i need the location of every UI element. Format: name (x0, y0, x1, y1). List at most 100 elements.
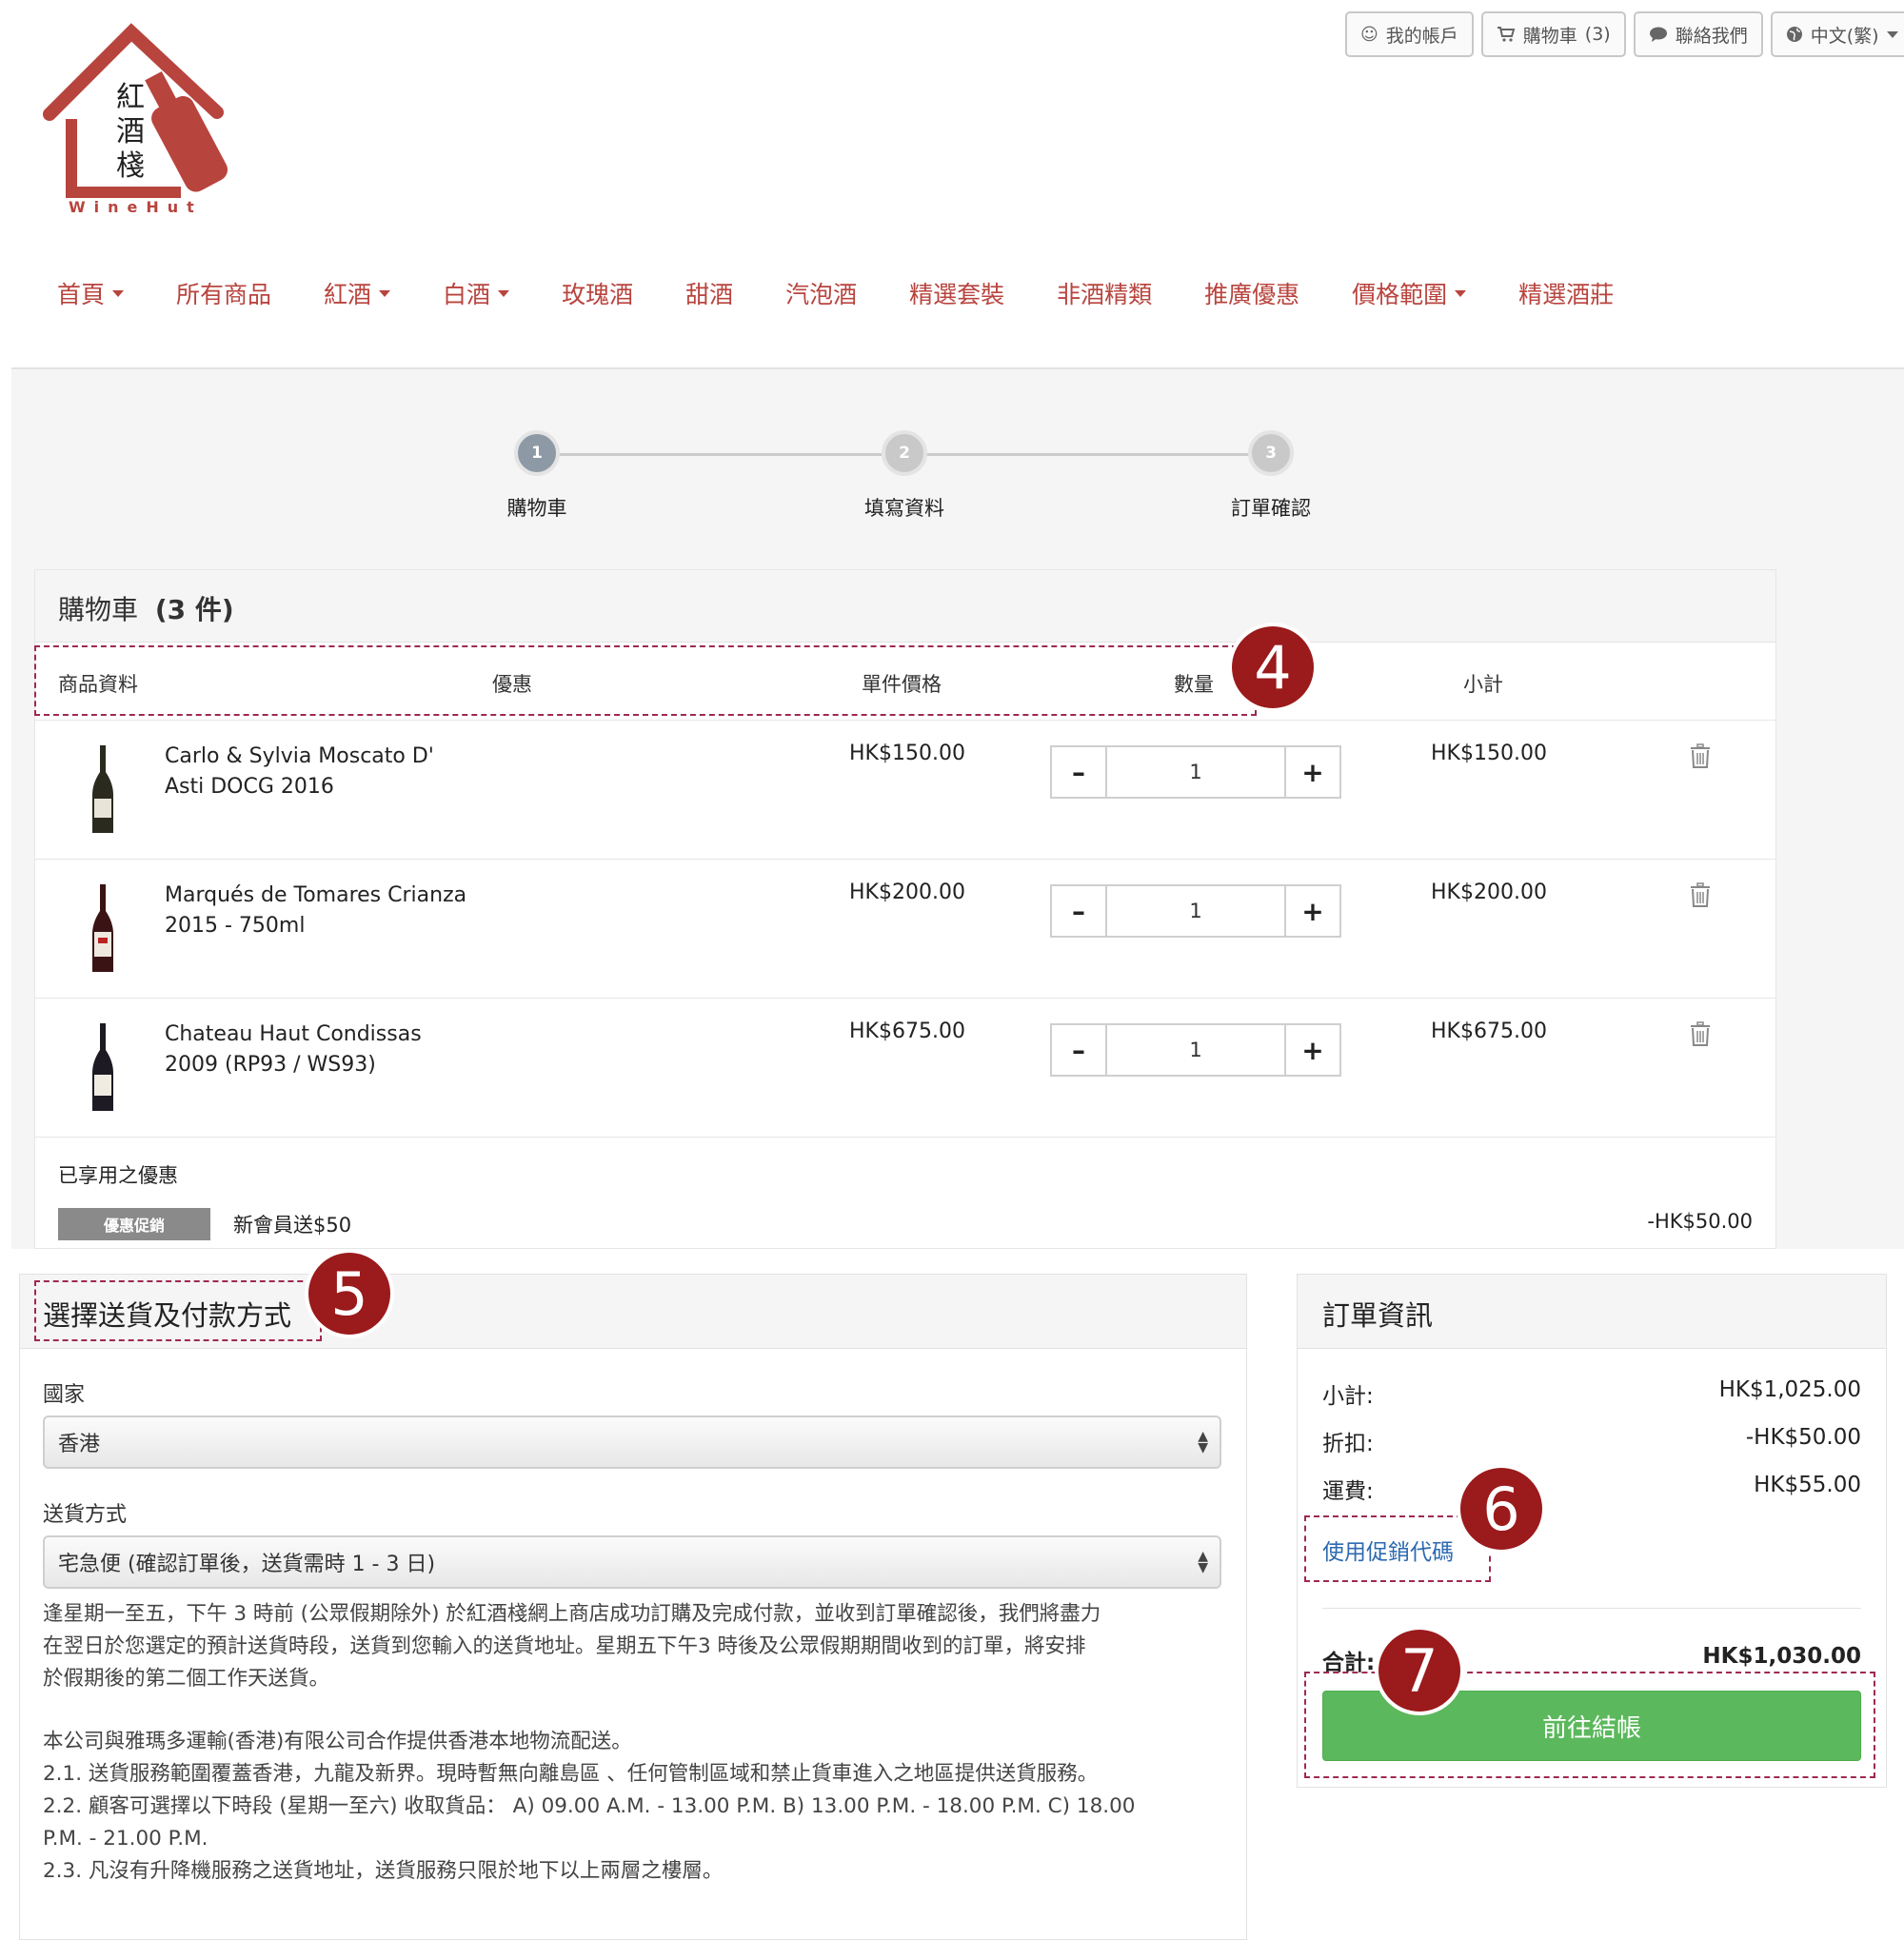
step-1-circle: 1 (514, 430, 560, 476)
product-name[interactable]: Chateau Haut Condissas 2009 (RP93 / WS93) (165, 1019, 469, 1080)
logo-char-2: 酒 (116, 115, 145, 148)
text-line: 本公司與雅瑪多運輸(香港)有限公司合作提供香港本地物流配送。 (43, 1730, 632, 1753)
increase-quantity-button[interactable]: + (1284, 747, 1339, 797)
nav-item-red-wine[interactable]: 紅酒 (324, 276, 391, 310)
decrease-quantity-button[interactable]: – (1052, 747, 1107, 797)
row-subtotal: HK$200.00 (1431, 881, 1547, 904)
nav-item-home[interactable]: 首頁 (57, 276, 125, 310)
cart-icon (1497, 27, 1516, 42)
contact-us-button[interactable]: 聯絡我們 (1633, 11, 1763, 57)
nav-item-rose[interactable]: 玫瑰酒 (562, 276, 633, 310)
globe-icon (1786, 27, 1802, 42)
step-number: 2 (899, 444, 910, 463)
annotation-box-4 (34, 645, 1257, 716)
language-selector[interactable]: 中文(繁) (1770, 11, 1904, 57)
increase-quantity-button[interactable]: + (1284, 886, 1339, 936)
decrease-quantity-button[interactable]: – (1052, 1025, 1107, 1075)
nav-label: 推廣優惠 (1204, 281, 1300, 308)
quantity-input[interactable]: 1 (1107, 747, 1284, 797)
nav-item-promotions[interactable]: 推廣優惠 (1204, 276, 1299, 310)
shipping-method-select[interactable]: 宅急便 (確認訂單後，送貨需時 1 - 3 日) ▲ ▼ (43, 1535, 1221, 1589)
decrease-quantity-button[interactable]: – (1052, 886, 1107, 936)
shipping-notes: 本公司與雅瑪多運輸(香港)有限公司合作提供香港本地物流配送。 2.1. 送貨服務… (43, 1726, 1233, 1888)
chevron-down-icon (498, 289, 510, 297)
text-line: 2.1. 送貨服務範圍覆蓋香港，九龍及新界。現時暫無向離島區 、任何管制區域和禁… (43, 1762, 1099, 1786)
nav-item-non-alcoholic[interactable]: 非酒精類 (1057, 276, 1152, 310)
shipping-method-selected-value: 宅急便 (確認訂單後，送貨需時 1 - 3 日) (58, 1553, 436, 1576)
order-subtotal-row: 小計: HK$1,025.00 (1322, 1377, 1861, 1410)
country-select[interactable]: 香港 ▲ ▼ (43, 1415, 1221, 1469)
row-subtotal: HK$675.00 (1431, 1019, 1547, 1043)
order-discount-label: 折扣: (1322, 1432, 1374, 1456)
quantity-stepper: – 1 + (1050, 745, 1341, 799)
quantity-input[interactable]: 1 (1107, 1025, 1284, 1075)
nav-item-gift-sets[interactable]: 精選套裝 (909, 276, 1004, 310)
chat-bubble-icon (1649, 27, 1667, 42)
cart-header: 購物車 (3 件) (35, 570, 1775, 643)
nav-item-sparkling[interactable]: 汽泡酒 (785, 276, 857, 310)
cart-item-count: (3 件) (154, 594, 234, 625)
nav-label: 汽泡酒 (785, 281, 858, 308)
winehut-logo[interactable]: 紅 酒 棧 (38, 19, 228, 224)
annotation-badge-4: 4 (1232, 626, 1314, 708)
order-shipping-row: 運費: HK$55.00 (1322, 1473, 1861, 1505)
nav-item-all-products[interactable]: 所有商品 (176, 276, 271, 310)
nav-item-sweet-wine[interactable]: 甜酒 (685, 276, 733, 310)
shipping-payment-panel: 選擇送貨及付款方式 國家 香港 ▲ ▼ 送貨方式 宅急便 (確認訂單後，送貨需時 … (19, 1274, 1247, 1940)
chevron-down-icon (1455, 289, 1467, 297)
cart-title: 購物車 (3 件) (58, 589, 234, 627)
trash-icon[interactable] (1690, 1021, 1711, 1046)
annotation-badge-5: 5 (308, 1253, 390, 1335)
row-subtotal: HK$150.00 (1431, 742, 1547, 765)
cart-button[interactable]: 購物車 (3) (1480, 11, 1626, 57)
nav-item-wineries[interactable]: 精選酒莊 (1518, 276, 1614, 310)
shipping-method-label: 送貨方式 (43, 1503, 128, 1527)
nav-label: 所有商品 (176, 281, 272, 308)
my-account-button[interactable]: ☺ 我的帳戶 (1345, 11, 1474, 57)
order-subtotal-label: 小計: (1322, 1384, 1374, 1409)
order-subtotal-value: HK$1,025.00 (1718, 1377, 1861, 1402)
product-name-line: Chateau Haut Condissas (165, 1022, 422, 1046)
table-row: Marqués de Tomares Crianza 2015 - 750ml H… (35, 860, 1775, 999)
logo-char-1: 紅 (116, 81, 145, 114)
nav-label: 價格範圍 (1352, 281, 1448, 308)
product-name[interactable]: Marqués de Tomares Crianza 2015 - 750ml (165, 881, 469, 941)
wine-bottle-image[interactable] (90, 884, 115, 974)
trash-icon[interactable] (1690, 882, 1711, 907)
product-name-line: 2015 - 750ml (165, 914, 306, 938)
table-row: Carlo & Sylvia Moscato D' Asti DOCG 2016 … (35, 721, 1775, 860)
promo-amount: -HK$50.00 (1647, 1210, 1753, 1233)
country-label: 國家 (43, 1383, 86, 1407)
applied-promotions-label: 已享用之優惠 (58, 1164, 178, 1187)
wine-bottle-image[interactable] (90, 745, 115, 835)
nav-label: 精選酒莊 (1518, 281, 1615, 308)
nav-label: 非酒精類 (1057, 281, 1153, 308)
select-arrows-icon: ▲ ▼ (1198, 1429, 1208, 1455)
product-name-line: Asti DOCG 2016 (165, 775, 334, 799)
cart-title-text: 購物車 (58, 594, 139, 625)
user-icon: ☺ (1360, 24, 1378, 45)
product-name-line: 2009 (RP93 / WS93) (165, 1053, 376, 1077)
product-name[interactable]: Carlo & Sylvia Moscato D' Asti DOCG 2016 (165, 742, 469, 802)
order-title: 訂單資訊 (1322, 1299, 1434, 1332)
product-name-line: Marqués de Tomares Crianza (165, 883, 467, 907)
promo-name: 新會員送$50 (233, 1214, 352, 1237)
wine-bottle-image[interactable] (90, 1023, 115, 1113)
logo-brand-text: WineHut (69, 198, 203, 216)
nav-label: 紅酒 (324, 281, 372, 308)
unit-price: HK$200.00 (849, 881, 965, 904)
trash-icon[interactable] (1690, 743, 1711, 768)
contact-us-label: 聯絡我們 (1675, 25, 1748, 47)
increase-quantity-button[interactable]: + (1284, 1025, 1339, 1075)
language-label: 中文(繁) (1810, 25, 1879, 47)
nav-item-price-range[interactable]: 價格範圍 (1352, 276, 1467, 310)
chevron-down-icon (379, 289, 391, 297)
order-discount-row: 折扣: -HK$50.00 (1322, 1425, 1861, 1457)
nav-item-white-wine[interactable]: 白酒 (443, 276, 510, 310)
order-header: 訂單資訊 (1298, 1275, 1886, 1349)
text-line: P.M. - 21.00 P.M. (43, 1827, 208, 1851)
nav-label: 白酒 (443, 281, 491, 308)
shipping-description: 逢星期一至五，下午 3 時前 (公眾假期除外) 於紅酒棧網上商店成功訂購及完成付… (43, 1598, 1233, 1695)
nav-label: 玫瑰酒 (562, 281, 634, 308)
quantity-input[interactable]: 1 (1107, 886, 1284, 936)
